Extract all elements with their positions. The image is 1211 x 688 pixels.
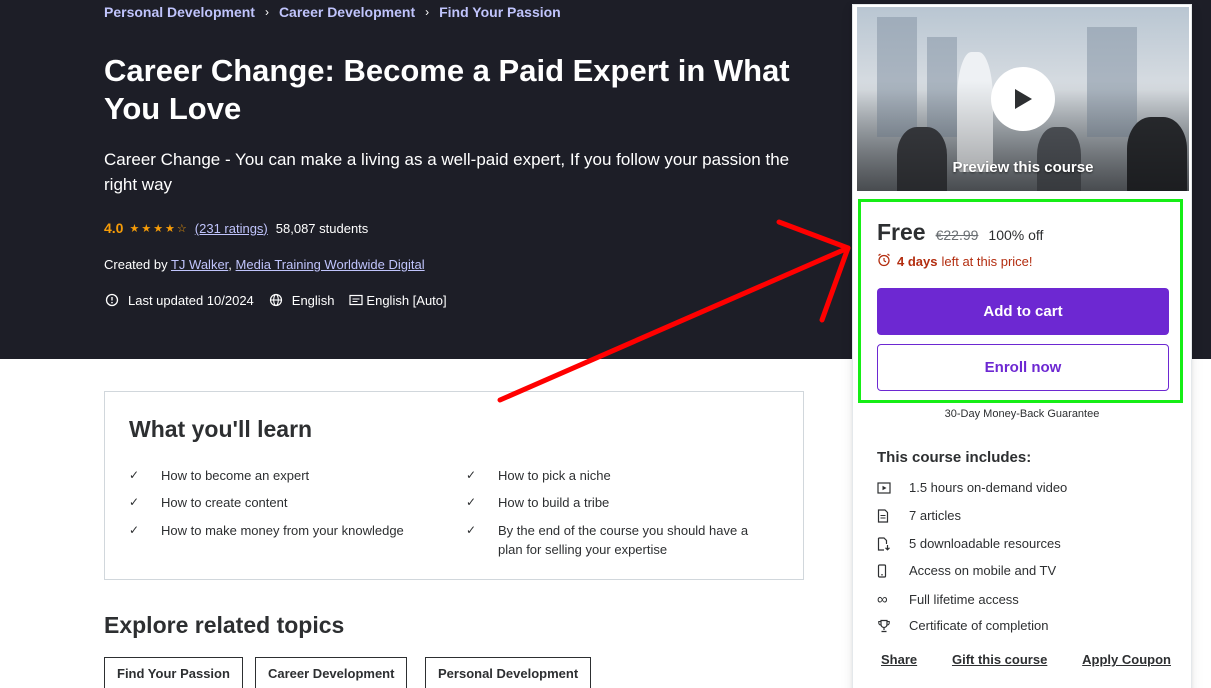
check-icon: ✓ — [466, 468, 477, 482]
article-icon — [877, 508, 909, 523]
language-text: English — [291, 292, 335, 308]
created-by-label: Created by — [104, 257, 168, 272]
check-icon: ✓ — [129, 523, 140, 537]
includes-item-text: Full lifetime access — [909, 592, 1019, 607]
explore-topics-title: Explore related topics — [104, 612, 345, 638]
check-icon: ✓ — [466, 523, 477, 537]
learn-item: ✓ How to make money from your knowledge — [129, 521, 449, 540]
closed-captions-icon — [348, 292, 364, 308]
infinity-icon: ∞ — [877, 591, 888, 608]
trophy-icon — [877, 619, 909, 633]
price-timer: 4 days left at this price! — [877, 253, 1033, 270]
globe-icon — [268, 292, 284, 308]
course-language: English — [268, 292, 335, 308]
topic-tag-career-development[interactable]: Career Development — [255, 657, 408, 688]
learn-item-text: How to make money from your knowledge — [161, 523, 404, 538]
breadcrumb: Personal Development › Career Developmen… — [104, 4, 561, 20]
includes-item: Access on mobile and TV — [877, 563, 1056, 578]
course-meta: Last updated 10/2024 English English [Au… — [104, 292, 461, 308]
course-preview-video[interactable]: Preview this course — [857, 7, 1189, 191]
purchase-card: Preview this course Free €22.99 100% off… — [852, 4, 1192, 688]
learn-item-text: How to create content — [161, 495, 288, 510]
includes-item: ∞ Full lifetime access — [877, 591, 1019, 608]
timer-days: 4 days — [897, 254, 938, 269]
learn-item: ✓ By the end of the course you should hav… — [466, 521, 776, 559]
card-links: Share Gift this course Apply Coupon — [881, 652, 1171, 667]
learn-item: ✓ How to build a tribe — [466, 493, 786, 512]
mobile-icon — [877, 563, 909, 578]
course-includes-title: This course includes: — [877, 449, 1032, 466]
last-updated: Last updated 10/2024 — [104, 292, 254, 308]
rating-value: 4.0 — [104, 220, 124, 236]
includes-item-text: Access on mobile and TV — [909, 563, 1057, 578]
enroll-now-button[interactable]: Enroll now — [877, 344, 1169, 391]
timer-text: left at this price! — [941, 254, 1033, 269]
includes-item-text: Certificate of completion — [909, 618, 1049, 633]
course-page: Personal Development › Career Developmen… — [0, 0, 1211, 688]
breadcrumb-personal-development[interactable]: Personal Development — [104, 4, 255, 20]
add-to-cart-button[interactable]: Add to cart — [877, 288, 1169, 335]
author-separator: , — [228, 257, 232, 272]
check-icon: ✓ — [129, 468, 140, 482]
price-row: Free €22.99 100% off — [877, 219, 1043, 246]
what-youll-learn: What you'll learn ✓ How to become an expe… — [104, 391, 804, 580]
includes-item: 5 downloadable resources — [877, 536, 1061, 551]
breadcrumb-career-development[interactable]: Career Development — [279, 4, 415, 20]
author-link-media-training[interactable]: Media Training Worldwide Digital — [236, 257, 425, 272]
last-updated-text: Last updated 10/2024 — [128, 292, 254, 308]
alert-clock-icon — [104, 292, 120, 308]
created-by: Created by TJ Walker, Media Training Wor… — [104, 257, 425, 272]
learn-title: What you'll learn — [129, 416, 313, 442]
learn-item: ✓ How to create content — [129, 493, 449, 512]
preview-course-label: Preview this course — [952, 159, 1094, 176]
discount-percent: 100% off — [988, 227, 1044, 243]
learn-item: ✓ How to pick a niche — [466, 466, 786, 485]
includes-item-text: 5 downloadable resources — [909, 536, 1061, 551]
play-icon[interactable] — [991, 67, 1055, 131]
course-captions: English [Auto] — [348, 292, 447, 308]
current-price: Free — [877, 219, 926, 245]
topic-tag-personal-development[interactable]: Personal Development — [425, 657, 592, 688]
learn-item-text: How to build a tribe — [498, 495, 610, 510]
download-icon — [877, 536, 909, 551]
author-link-tj-walker[interactable]: TJ Walker — [171, 257, 228, 272]
apply-coupon-link[interactable]: Apply Coupon — [1082, 652, 1171, 667]
chevron-right-icon: › — [264, 5, 269, 19]
includes-item: 7 articles — [877, 508, 961, 523]
check-icon: ✓ — [466, 495, 477, 509]
rating-row: 4.0 ★★★★☆ (231 ratings) 58,087 students — [104, 220, 368, 236]
video-icon — [877, 481, 909, 494]
course-title: Career Change: Become a Paid Expert in W… — [104, 53, 790, 126]
course-subtitle: Career Change - You can make a living as… — [104, 150, 790, 194]
original-price: €22.99 — [935, 227, 979, 243]
includes-item-text: 1.5 hours on-demand video — [909, 480, 1068, 495]
share-link[interactable]: Share — [881, 652, 917, 667]
students-count: 58,087 students — [275, 220, 369, 236]
gift-course-link[interactable]: Gift this course — [952, 652, 1047, 667]
alarm-clock-icon — [877, 253, 891, 270]
topic-tag-find-your-passion[interactable]: Find Your Passion — [104, 657, 243, 688]
learn-item-text: How to pick a niche — [498, 468, 611, 483]
ratings-count-link[interactable]: (231 ratings) — [195, 221, 268, 236]
includes-item: 1.5 hours on-demand video — [877, 480, 1067, 495]
captions-text: English [Auto] — [366, 292, 447, 308]
star-rating-icon: ★★★★☆ — [129, 222, 189, 235]
money-back-guarantee: 30-Day Money-Back Guarantee — [944, 408, 1100, 420]
learn-item: ✓ How to become an expert — [129, 466, 449, 485]
learn-item-text: By the end of the course you should have… — [498, 523, 749, 557]
includes-item: Certificate of completion — [877, 618, 1048, 633]
chevron-right-icon: › — [425, 5, 430, 19]
check-icon: ✓ — [129, 495, 140, 509]
breadcrumb-find-your-passion[interactable]: Find Your Passion — [439, 4, 561, 20]
includes-item-text: 7 articles — [909, 508, 962, 523]
learn-item-text: How to become an expert — [161, 468, 310, 483]
